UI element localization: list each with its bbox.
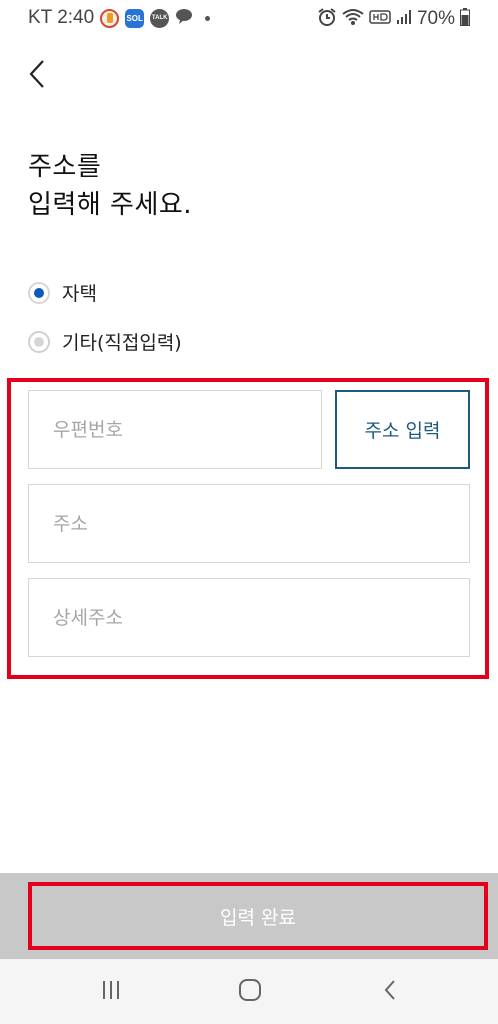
kakaotalk-icon: TALK (150, 8, 170, 28)
radio-option-home[interactable]: 자택 (28, 279, 97, 306)
radio-option-other[interactable]: 기타(직접입력) (28, 328, 182, 355)
page-title: 주소를 입력해 주세요. (28, 152, 193, 220)
submit-button-label: 입력 완료 (220, 906, 296, 929)
chevron-left-icon (27, 58, 47, 94)
hd-voice-icon (369, 9, 391, 29)
postal-code-field[interactable] (28, 390, 322, 469)
sol-app-icon: SOL (125, 8, 145, 28)
submit-button[interactable]: 입력 완료 (28, 882, 488, 950)
battery-icon (460, 8, 470, 30)
radio-button-unchecked-icon (28, 330, 50, 353)
recent-apps-button[interactable] (91, 977, 131, 1007)
home-icon (238, 978, 262, 1006)
address-input[interactable] (29, 485, 469, 562)
recent-apps-icon (100, 979, 122, 1005)
status-right: 70% (317, 7, 470, 31)
system-nav-bar (0, 959, 498, 1024)
address-search-button-label: 주소 입력 (364, 420, 441, 442)
carrier-time: KT 2:40 (28, 7, 95, 28)
postal-code-input[interactable] (29, 391, 321, 468)
detail-address-input[interactable] (29, 579, 469, 656)
notification-dot-icon (205, 15, 211, 21)
address-field[interactable] (28, 484, 470, 563)
system-back-button[interactable] (370, 977, 410, 1007)
battery-percent: 70% (416, 8, 455, 29)
wifi-icon (342, 8, 364, 30)
status-left: KT 2:40 SOL TALK (28, 7, 211, 29)
detail-address-field[interactable] (28, 578, 470, 657)
status-bar: KT 2:40 SOL TALK 70% (0, 0, 498, 36)
alarm-app-icon (100, 8, 120, 28)
alarm-clock-icon (317, 7, 337, 31)
radio-label-other: 기타(직접입력) (62, 332, 182, 354)
address-search-button[interactable]: 주소 입력 (335, 390, 470, 469)
messenger-icon (175, 8, 193, 28)
back-button[interactable] (22, 58, 52, 94)
home-button[interactable] (230, 977, 270, 1007)
signal-icon (396, 9, 412, 29)
radio-label-home: 자택 (62, 283, 97, 305)
radio-button-checked-icon (28, 281, 50, 304)
system-back-icon (382, 978, 398, 1006)
